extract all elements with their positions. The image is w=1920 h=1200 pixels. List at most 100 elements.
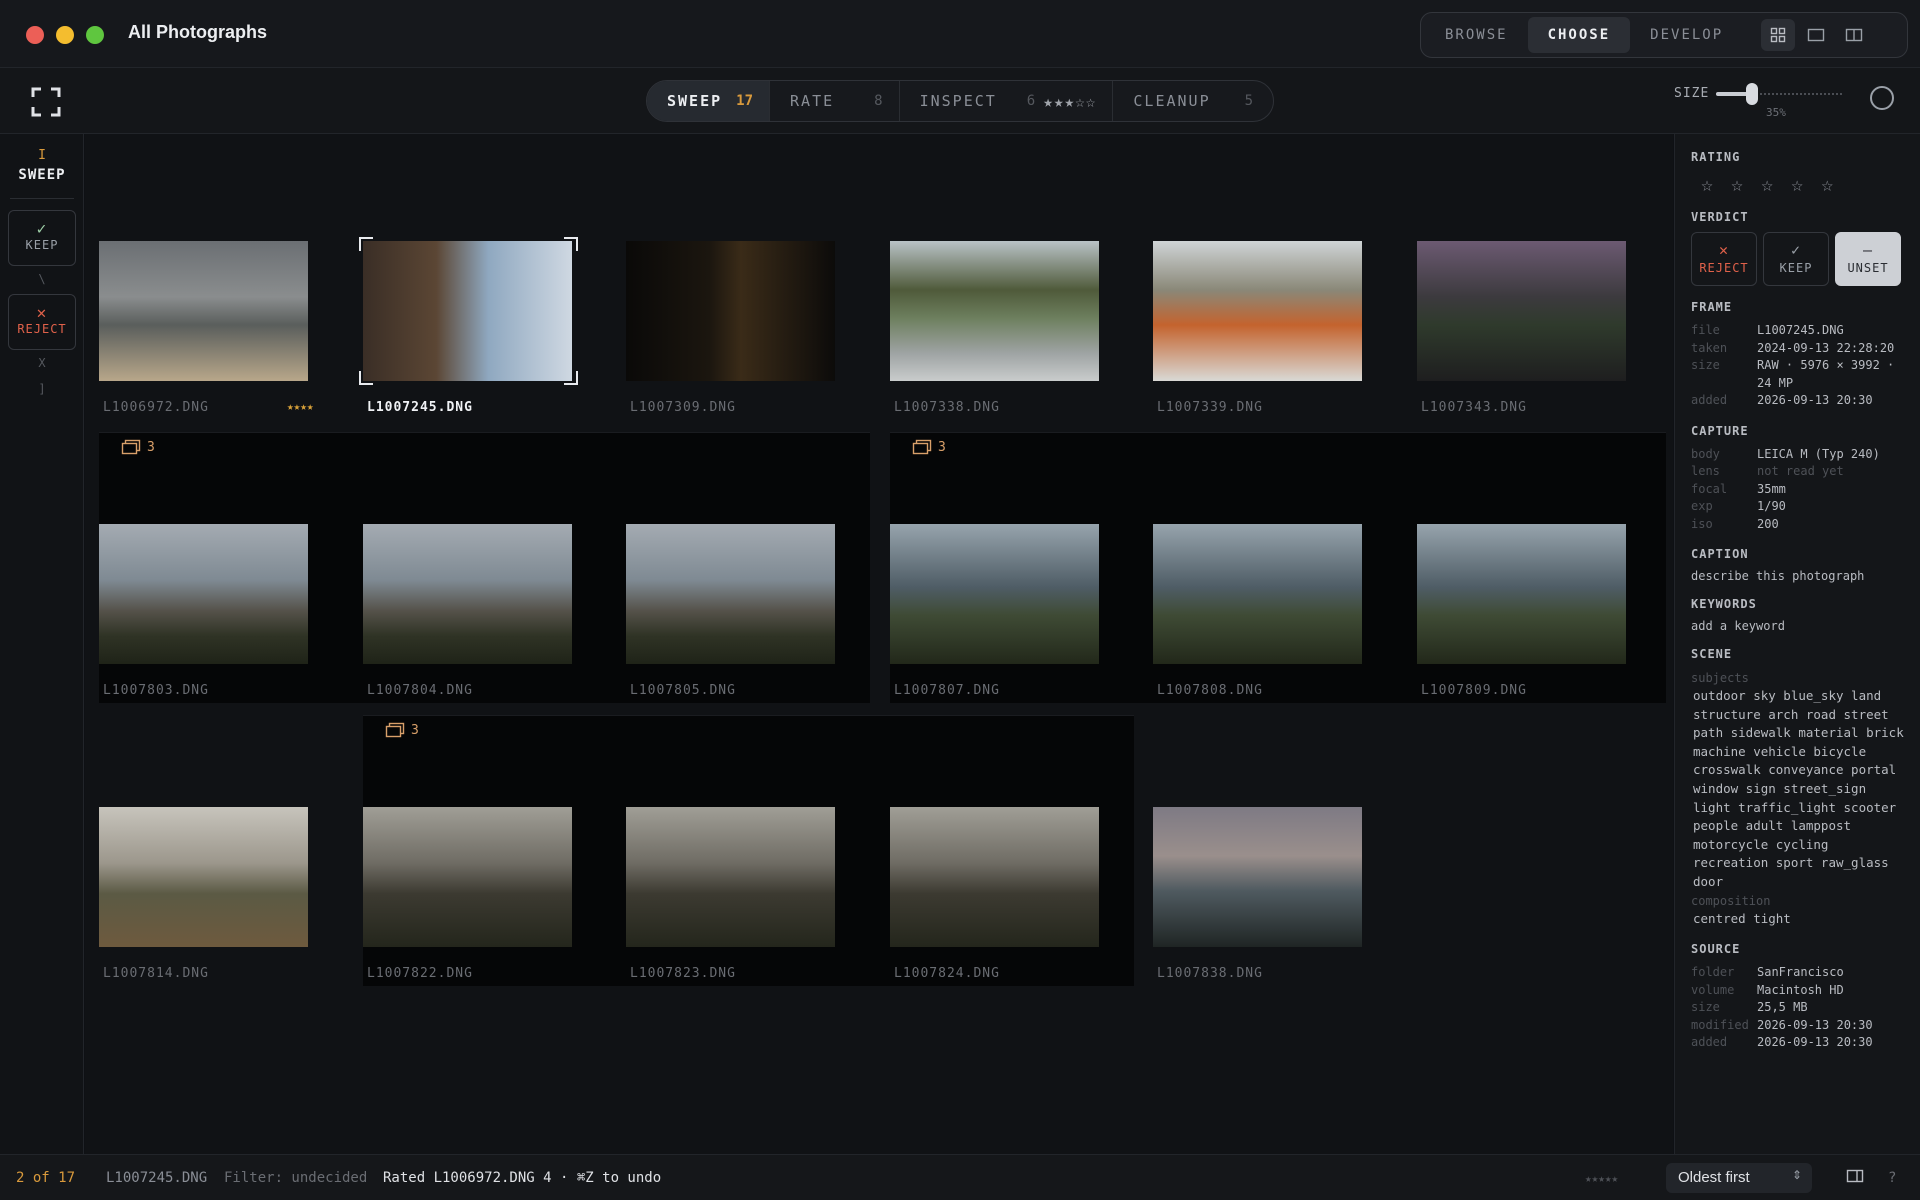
photo-thumbnail[interactable] xyxy=(1153,807,1362,947)
photo-cell[interactable]: L1007805.DNG xyxy=(612,432,875,715)
meta-key: folder xyxy=(1691,965,1735,980)
caption-input[interactable]: describe this photograph xyxy=(1691,569,1904,583)
photo-filename: L1007309.DNG xyxy=(630,400,736,415)
grid-view-icon[interactable] xyxy=(1761,19,1796,51)
photo-cell[interactable]: L1007808.DNG xyxy=(1139,432,1402,715)
star-4-icon[interactable]: ☆ xyxy=(1791,172,1803,196)
photo-cell[interactable]: L1007822.DNG xyxy=(349,715,612,998)
photo-thumbnail[interactable] xyxy=(626,524,835,664)
mode-develop-button[interactable]: DEVELOP xyxy=(1630,17,1743,53)
meta-row: body LEICA M (Typ 240) xyxy=(1691,446,1904,464)
check-icon: ✓ xyxy=(1790,241,1802,259)
tab-cleanup[interactable]: CLEANUP 5 xyxy=(1113,81,1269,121)
inspector-panel: RATING ☆ ☆ ☆ ☆ ☆ VERDICT ✕ REJECT ✓ KEEP… xyxy=(1674,134,1920,1154)
meta-row: lens not read yet xyxy=(1691,463,1904,481)
photo-cell[interactable]: L1007809.DNG xyxy=(1403,432,1666,715)
photo-cell[interactable]: L1007803.DNG xyxy=(85,432,348,715)
meta-key: lens xyxy=(1691,464,1720,478)
photo-thumbnail[interactable] xyxy=(363,524,572,664)
photo-cell[interactable]: L1007245.DNG xyxy=(349,149,612,432)
photo-thumbnail[interactable] xyxy=(626,241,835,381)
keep-button[interactable]: ✓ KEEP xyxy=(8,210,76,266)
photo-thumbnail[interactable] xyxy=(1417,241,1626,381)
star-5-icon[interactable]: ☆ xyxy=(1821,172,1833,196)
star-2-icon[interactable]: ☆ xyxy=(1731,172,1743,196)
size-slider-thumb[interactable] xyxy=(1746,83,1758,105)
verdict-reject-button[interactable]: ✕ REJECT xyxy=(1691,232,1757,286)
photo-cell[interactable]: L1007838.DNG xyxy=(1139,715,1402,998)
photo-filename: L1007339.DNG xyxy=(1157,400,1263,415)
photo-thumbnail[interactable] xyxy=(363,241,572,381)
photo-filename: L1007824.DNG xyxy=(894,966,1000,981)
photo-cell[interactable]: L1007824.DNG xyxy=(876,715,1139,998)
photo-cell[interactable]: L1007804.DNG xyxy=(349,432,612,715)
meta-value: not read yet xyxy=(1757,464,1844,478)
verdict-label: REJECT xyxy=(1699,261,1749,275)
meta-row: taken 2024-09-13 22:28:20 xyxy=(1691,340,1904,358)
photo-thumbnail[interactable] xyxy=(363,807,572,947)
panel-toggle-icon[interactable] xyxy=(1846,1168,1864,1188)
keyword-input[interactable]: add a keyword xyxy=(1691,619,1904,633)
tab-inspect[interactable]: INSPECT 6 ★★★☆☆ xyxy=(900,81,1114,121)
meta-value: Macintosh HD xyxy=(1757,982,1844,997)
scene-section: SCENE subjects outdoor sky blue_sky land… xyxy=(1691,647,1904,928)
photo-filename: L1007838.DNG xyxy=(1157,966,1263,981)
photo-thumbnail[interactable] xyxy=(890,241,1099,381)
chevron-updown-icon: ⇕ xyxy=(1791,1168,1802,1182)
mode-browse-button[interactable]: BROWSE xyxy=(1425,17,1528,53)
circle-icon[interactable] xyxy=(1870,86,1894,110)
photo-cell[interactable]: L1006972.DNG ★★★★ xyxy=(85,149,348,432)
selection-corner xyxy=(359,371,373,385)
photo-thumbnail[interactable] xyxy=(99,807,308,947)
meta-key: file xyxy=(1691,323,1720,337)
help-button[interactable]: ? xyxy=(1888,1170,1896,1186)
fullscreen-icon[interactable] xyxy=(30,86,62,118)
photo-cell[interactable]: L1007807.DNG xyxy=(876,432,1139,715)
mode-choose-button[interactable]: CHOOSE xyxy=(1527,17,1631,53)
star-filter[interactable]: ★★★★★ xyxy=(1585,1172,1618,1185)
photo-cell[interactable]: L1007814.DNG xyxy=(85,715,348,998)
photo-thumbnail[interactable] xyxy=(99,524,308,664)
divider xyxy=(10,198,74,199)
photo-thumbnail[interactable] xyxy=(890,524,1099,664)
meta-row: exp 1/90 xyxy=(1691,498,1904,516)
photo-thumbnail[interactable] xyxy=(1417,524,1626,664)
source-heading: SOURCE xyxy=(1691,942,1741,957)
verdict-keep-button[interactable]: ✓ KEEP xyxy=(1763,232,1829,286)
tab-sweep[interactable]: SWEEP 17 xyxy=(647,81,771,121)
next-shortcut: ] xyxy=(38,382,46,396)
tab-rate[interactable]: RATE 8 xyxy=(770,81,900,121)
photo-thumbnail[interactable] xyxy=(890,807,1099,947)
meta-key: body xyxy=(1691,446,1720,461)
selection-corner xyxy=(359,237,373,251)
tab-count: 17 xyxy=(736,93,754,109)
star-1-icon[interactable]: ☆ xyxy=(1701,172,1713,196)
meta-row: size 25,5 MB xyxy=(1691,999,1904,1017)
photo-cell[interactable]: L1007338.DNG xyxy=(876,149,1139,432)
photo-cell[interactable]: L1007339.DNG xyxy=(1139,149,1402,432)
photo-thumbnail[interactable] xyxy=(99,241,308,381)
photo-cell[interactable]: L1007309.DNG xyxy=(612,149,875,432)
photo-thumbnail[interactable] xyxy=(1153,524,1362,664)
verdict-unset-button[interactable]: – UNSET xyxy=(1835,232,1901,286)
meta-value: 2026-09-13 20:30 xyxy=(1757,393,1873,407)
photo-filename: L1007338.DNG xyxy=(894,400,1000,415)
close-window-button[interactable] xyxy=(26,26,44,44)
photo-cell[interactable]: L1007823.DNG xyxy=(612,715,875,998)
sort-select[interactable]: Oldest first ⇕ xyxy=(1666,1163,1812,1193)
meta-row: size RAW · 5976 × 3992 · 24 MP xyxy=(1691,357,1904,392)
single-view-icon[interactable] xyxy=(1799,19,1833,51)
photo-thumbnail[interactable] xyxy=(626,807,835,947)
dash-icon: – xyxy=(1862,241,1874,259)
reject-button[interactable]: ✕ REJECT xyxy=(8,294,76,350)
minimize-window-button[interactable] xyxy=(56,26,74,44)
photo-thumbnail[interactable] xyxy=(1153,241,1362,381)
split-view-icon[interactable] xyxy=(1837,19,1871,51)
star-3-icon[interactable]: ☆ xyxy=(1761,172,1773,196)
verdict-label: KEEP xyxy=(1779,261,1813,275)
photo-cell[interactable]: L1007343.DNG xyxy=(1403,149,1666,432)
zoom-window-button[interactable] xyxy=(86,26,104,44)
keep-shortcut: \ xyxy=(38,272,46,286)
photo-filename: L1007808.DNG xyxy=(1157,683,1263,698)
tab-label: RATE xyxy=(790,92,835,110)
